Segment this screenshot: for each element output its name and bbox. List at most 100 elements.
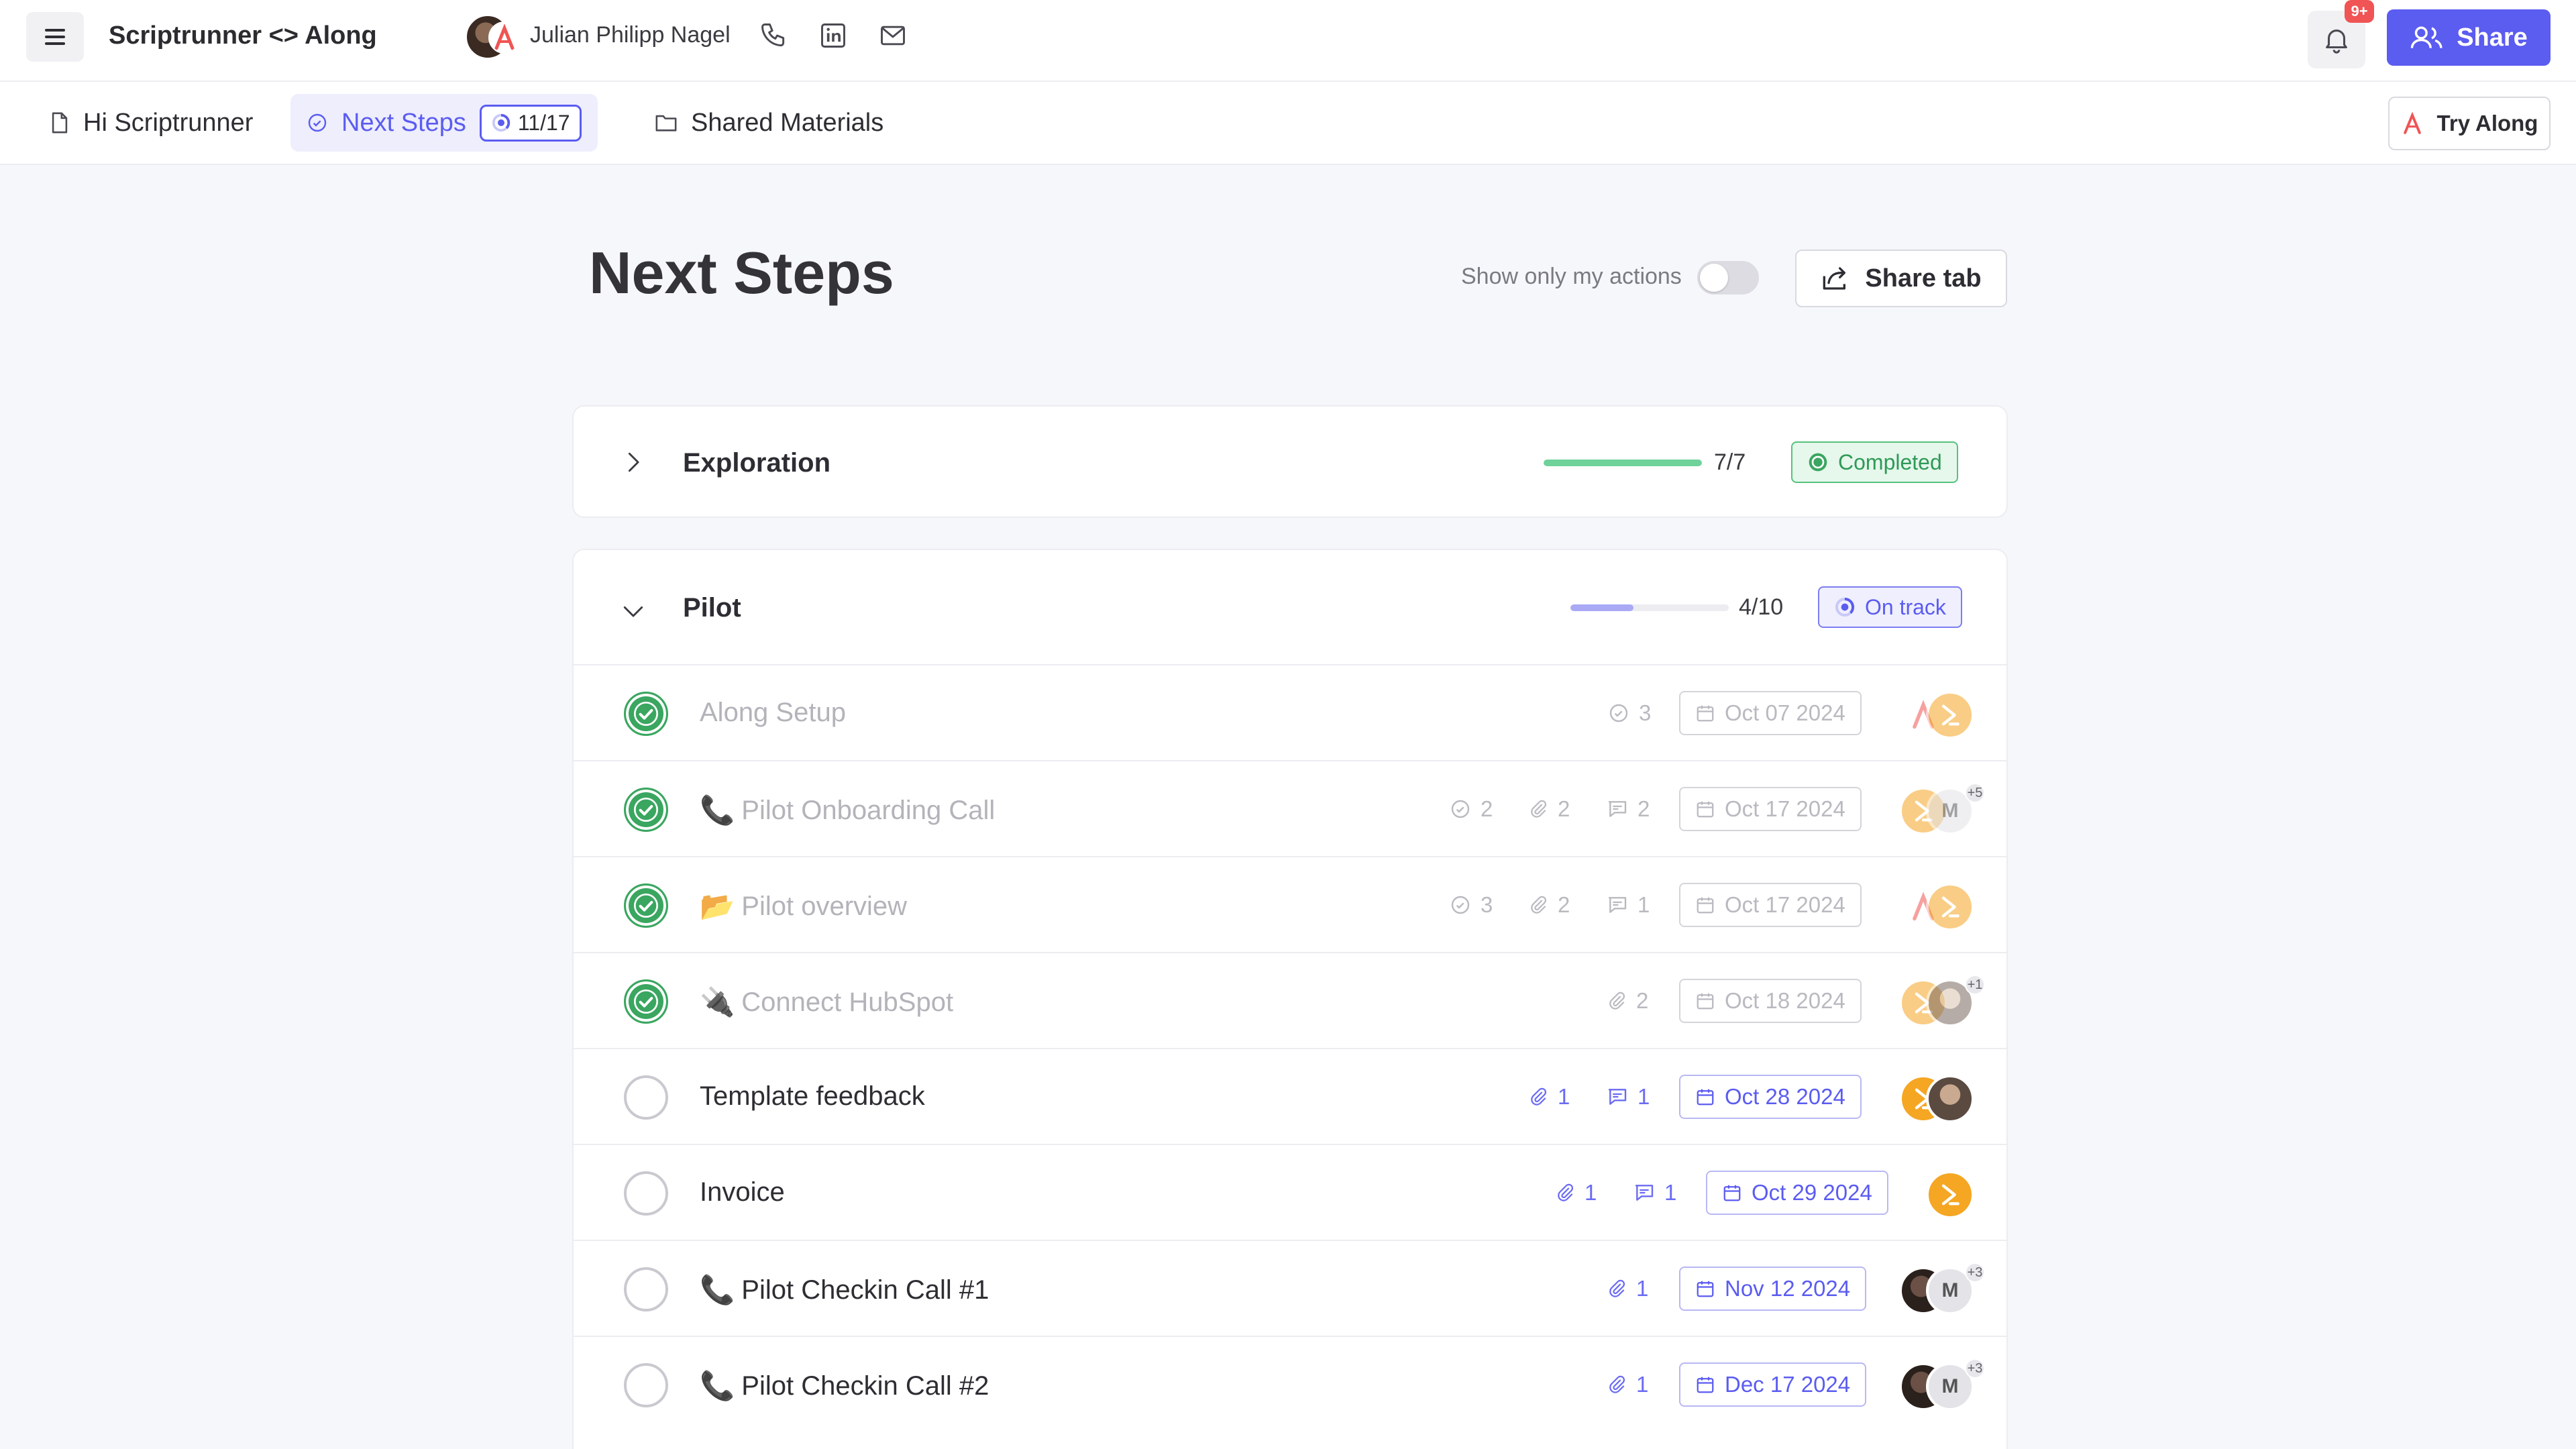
task-title[interactable]: 📂 Pilot overview (700, 890, 907, 923)
task-checkbox-unchecked[interactable] (624, 1267, 668, 1311)
task-row[interactable]: 📂 Pilot overview 3 2 1 Oct 17 2024 (574, 856, 2006, 952)
paperclip-icon (1609, 1279, 1625, 1297)
check-circle-icon (1451, 800, 1470, 818)
task-checkbox-checked[interactable] (624, 692, 668, 736)
linkedin-icon[interactable] (816, 19, 850, 52)
attachment-count: 1 (1607, 1372, 1648, 1397)
subtask-count-value: 2 (1481, 796, 1493, 821)
task-title[interactable]: Invoice (700, 1177, 785, 1208)
task-title[interactable]: Along Setup (700, 698, 846, 728)
user-photo-avatar (1926, 1075, 1974, 1123)
due-date-chip[interactable]: Oct 17 2024 (1679, 787, 1862, 831)
comment-count-value: 2 (1638, 796, 1650, 821)
hamburger-menu-button[interactable] (26, 12, 84, 62)
tab-hi-scriptrunner[interactable]: Hi Scriptrunner (34, 94, 269, 152)
task-checkbox-checked[interactable] (624, 788, 668, 832)
due-date-text: Oct 17 2024 (1725, 796, 1845, 821)
task-title[interactable]: 📞 Pilot Onboarding Call (700, 794, 995, 827)
comment-count-value: 1 (1664, 1180, 1677, 1205)
task-title[interactable]: 📞 Pilot Checkin Call #1 (700, 1273, 989, 1307)
status-label: Completed (1838, 449, 1942, 474)
workspace-title: Scriptrunner <> Along (109, 21, 377, 50)
due-date-text: Oct 17 2024 (1725, 892, 1845, 917)
share-button[interactable]: Share (2387, 9, 2551, 66)
task-assignees[interactable] (1899, 883, 1980, 931)
tab-next-steps[interactable]: Next Steps 11/17 (290, 94, 598, 152)
calendar-icon (1697, 705, 1714, 722)
task-assignees[interactable] (1899, 1075, 1980, 1123)
section-progress-fill (1544, 460, 1702, 466)
comment-count: 1 (1633, 1180, 1676, 1205)
email-icon[interactable] (876, 19, 910, 52)
subtask-count-value: 3 (1639, 700, 1652, 725)
task-assignees[interactable]: +1 (1899, 975, 1985, 1027)
scriptrunner-logo-icon (1926, 691, 1974, 739)
section-header[interactable]: Exploration 7/7 Completed (574, 407, 2006, 518)
task-row[interactable]: Template feedback 1 1 Oct 28 2024 (574, 1048, 2006, 1144)
tab-bar: Hi Scriptrunner Next Steps 11/17 Shared … (0, 82, 2576, 165)
task-checkbox-checked[interactable] (624, 883, 668, 928)
status-badge: On track (1818, 586, 1962, 628)
contact-avatars[interactable] (464, 13, 521, 60)
due-date-chip[interactable]: Oct 17 2024 (1679, 883, 1862, 927)
check-circle-icon (1451, 896, 1470, 914)
task-title-text: Pilot Checkin Call #1 (741, 1275, 989, 1305)
due-date-chip[interactable]: Oct 07 2024 (1679, 691, 1862, 735)
try-along-button[interactable]: Try Along (2388, 97, 2551, 150)
task-assignees[interactable] (1926, 1171, 2006, 1219)
task-assignees[interactable]: M +3 (1899, 1358, 1985, 1411)
calendar-icon (1723, 1185, 1741, 1201)
scriptrunner-logo-icon (1926, 1171, 1974, 1219)
check-icon (634, 989, 658, 1014)
notification-badge: 9+ (2345, 0, 2374, 23)
phone-emoji-icon: 📞 (700, 794, 735, 826)
progress-ring-icon (492, 113, 511, 132)
task-assignees[interactable] (1899, 691, 1980, 739)
show-my-actions-toggle[interactable] (1697, 261, 1759, 294)
task-assignees[interactable]: M +3 (1899, 1263, 1985, 1315)
due-date-chip[interactable]: Dec 17 2024 (1679, 1362, 1867, 1407)
toggle-label: Show only my actions (1461, 264, 1682, 289)
try-along-label: Try Along (2436, 111, 2538, 136)
check-icon (634, 798, 658, 822)
section-header[interactable]: Pilot 4/10 On track (574, 550, 2006, 661)
subtask-count: 3 (1608, 700, 1651, 726)
task-checkbox-checked[interactable] (624, 979, 668, 1024)
task-row[interactable]: 📞 Pilot Checkin Call #2 1 Dec 17 2024 M +… (574, 1336, 2006, 1432)
due-date-text: Nov 12 2024 (1725, 1276, 1851, 1301)
along-logo-icon (488, 21, 521, 54)
chevron-down-icon[interactable] (616, 594, 650, 628)
task-checkbox-unchecked[interactable] (624, 1171, 668, 1216)
due-date-chip[interactable]: Oct 28 2024 (1679, 1075, 1862, 1119)
task-assignees[interactable]: M +5 (1899, 783, 1985, 835)
task-row[interactable]: 📞 Pilot Checkin Call #1 1 Nov 12 2024 M +… (574, 1240, 2006, 1336)
folder-icon (655, 115, 677, 131)
plug-emoji-icon: 🔌 (700, 985, 735, 1018)
task-row[interactable]: 📞 Pilot Onboarding Call 2 2 2 Oct 17 2024… (574, 760, 2006, 856)
task-title-text: Connect HubSpot (741, 987, 954, 1017)
task-row[interactable]: 🔌 Connect HubSpot 2 Oct 18 2024 +1 (574, 952, 2006, 1048)
calendar-icon (1697, 993, 1714, 1010)
due-date-chip[interactable]: Oct 29 2024 (1706, 1171, 1888, 1215)
attachment-count-value: 2 (1558, 892, 1570, 917)
due-date-chip[interactable]: Oct 18 2024 (1679, 979, 1862, 1023)
task-checkbox-unchecked[interactable] (624, 1363, 668, 1407)
task-row[interactable]: Invoice 1 1 Oct 29 2024 (574, 1144, 2006, 1240)
due-date-chip[interactable]: Nov 12 2024 (1679, 1267, 1867, 1311)
tab-label: Next Steps (341, 108, 466, 137)
paperclip-icon (1531, 1087, 1547, 1106)
comment-count-value: 1 (1638, 1084, 1650, 1109)
phone-icon[interactable] (757, 19, 790, 52)
task-row[interactable]: Along Setup 3 Oct 07 2024 (574, 664, 2006, 760)
users-icon (2410, 26, 2443, 48)
share-tab-button[interactable]: Share tab (1795, 250, 2007, 307)
share-button-label: Share (2457, 23, 2528, 52)
task-checkbox-unchecked[interactable] (624, 1075, 668, 1120)
tab-shared-materials[interactable]: Shared Materials (639, 94, 900, 152)
task-title[interactable]: 📞 Pilot Checkin Call #2 (700, 1369, 989, 1403)
calendar-icon (1697, 1281, 1714, 1297)
tab-count-label: 11/17 (517, 110, 570, 135)
task-title[interactable]: Template feedback (700, 1081, 925, 1112)
task-title[interactable]: 🔌 Connect HubSpot (700, 985, 953, 1019)
chevron-right-icon[interactable] (616, 445, 650, 479)
